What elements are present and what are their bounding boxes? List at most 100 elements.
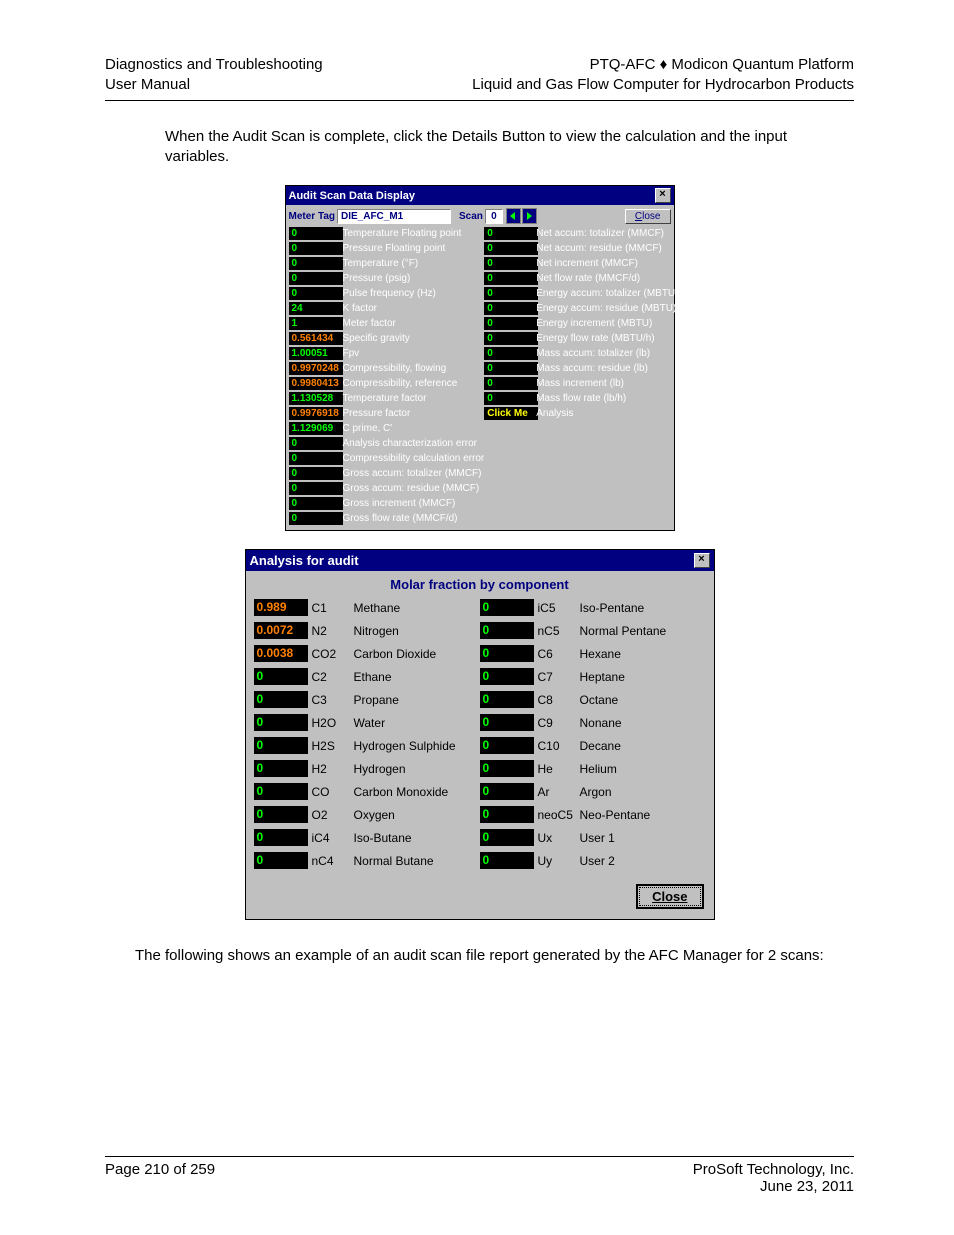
close-icon[interactable]: × [694,553,710,568]
component-symbol: C7 [538,670,580,684]
component-name: Carbon Dioxide [354,647,480,661]
component-name: Heptane [580,670,706,684]
component-row: 0 iC5Iso-Pentane [480,596,706,619]
component-name: Ethane [354,670,480,684]
footer-company: ProSoft Technology, Inc. [693,1161,854,1178]
header-left-1: Diagnostics and Troubleshooting [105,55,323,75]
component-symbol: C10 [538,739,580,753]
value-readout: 0 [484,302,538,315]
component-row: 0C9Nonane [480,711,706,734]
audit-left-labels: Temperature Floating pointPressure Float… [343,226,485,526]
click-me-button[interactable]: Click Me [484,407,538,420]
component-name: Argon [580,785,706,799]
component-symbol: iC5 [538,601,580,615]
component-symbol: C8 [538,693,580,707]
analysis-body: 0.989C1Methane0.0072N2Nitrogen0.0038CO2C… [246,596,714,880]
value-label: Gross accum: residue (MMCF) [343,481,485,496]
component-value: 0 [254,852,308,869]
component-name: Nitrogen [354,624,480,638]
component-symbol: C3 [312,693,354,707]
value-label: Temperature factor [343,391,485,406]
value-readout: 0 [289,227,343,240]
value-label: K factor [343,301,485,316]
component-row: 0HeHelium [480,757,706,780]
component-row: 0UxUser 1 [480,826,706,849]
value-readout: 0 [484,227,538,240]
component-value: 0 [480,852,534,869]
component-value: 0 [480,737,534,754]
header-rule [105,100,854,101]
value-readout: 0 [484,392,538,405]
component-value: 0 [254,737,308,754]
value-readout: 24 [289,302,343,315]
component-symbol: H2O [312,716,354,730]
audit-close-button[interactable]: CCloselose [625,209,671,224]
audit-title: Audit Scan Data Display [289,190,655,202]
component-row: 0nC5Normal Pentane [480,619,706,642]
component-name: Octane [580,693,706,707]
component-name: Propane [354,693,480,707]
component-symbol: H2 [312,762,354,776]
meter-tag-input[interactable]: DIE_AFC_M1 [337,209,451,224]
analysis-close-button[interactable]: Close [636,884,703,909]
component-symbol: CO2 [312,647,354,661]
component-value: 0 [254,806,308,823]
component-value: 0 [254,714,308,731]
page-footer: Page 210 of 259 ProSoft Technology, Inc.… [105,1152,854,1195]
scan-prev-button[interactable] [506,208,521,224]
component-symbol: Ux [538,831,580,845]
component-symbol: iC4 [312,831,354,845]
component-row: 0C3Propane [254,688,480,711]
value-label: Mass increment (lb) [536,376,678,391]
component-row: 0UyUser 2 [480,849,706,872]
component-row: 0iC4Iso-Butane [254,826,480,849]
value-label: Mass flow rate (lb/h) [536,391,678,406]
analysis-titlebar[interactable]: Analysis for audit × [246,550,714,571]
footer-date: June 23, 2011 [693,1178,854,1195]
scan-next-button[interactable] [522,208,537,224]
component-symbol: C1 [312,601,354,615]
component-value: 0 [254,760,308,777]
value-readout: 0 [289,437,343,450]
component-name: Hexane [580,647,706,661]
component-value: 0 [480,806,534,823]
component-symbol: O2 [312,808,354,822]
value-label: Pulse frequency (Hz) [343,286,485,301]
component-name: Water [354,716,480,730]
value-label: Energy accum: residue (MBTU) [536,301,678,316]
audit-body: 000002410.5614341.000510.99702480.998041… [286,226,674,530]
audit-titlebar[interactable]: Audit Scan Data Display × [286,186,674,205]
body-paragraph-2: The following shows an example of an aud… [135,946,854,966]
close-icon[interactable]: × [655,188,671,203]
scan-input[interactable]: 0 [485,209,503,224]
component-row: 0ArArgon [480,780,706,803]
component-name: Iso-Pentane [580,601,706,615]
component-value: 0 [254,829,308,846]
value-label: Gross accum: totalizer (MMCF) [343,466,485,481]
value-label: Mass accum: totalizer (lb) [536,346,678,361]
component-value: 0 [254,783,308,800]
component-row: 0neoC5Neo-Pentane [480,803,706,826]
component-symbol: C9 [538,716,580,730]
analysis-right-col: 0 iC5Iso-Pentane 0nC5Normal Pentane0C6Hexa… [480,596,706,872]
component-name: Normal Butane [354,854,480,868]
audit-toolbar: Meter Tag DIE_AFC_M1 Scan 0 CCloselose [286,205,674,226]
value-label: Net accum: totalizer (MMCF) [536,226,678,241]
component-name: Decane [580,739,706,753]
component-value: 0 [480,714,534,731]
component-row: 0C6Hexane [480,642,706,665]
value-label: Energy accum: totalizer (MBTU) [536,286,678,301]
value-readout: 0.9970248 [289,362,343,375]
component-row: 0H2Hydrogen [254,757,480,780]
component-name: Hydrogen Sulphide [354,739,480,753]
value-label: Pressure (psig) [343,271,485,286]
value-readout: 0 [289,272,343,285]
value-label: Temperature (°F) [343,256,485,271]
value-label: Temperature Floating point [343,226,485,241]
value-readout: 1.00051 [289,347,343,360]
value-label: Analysis characterization error [343,436,485,451]
value-readout: 0 [289,452,343,465]
value-readout: 0 [484,347,538,360]
value-readout: 0 [484,257,538,270]
component-value: 0 [480,599,534,616]
